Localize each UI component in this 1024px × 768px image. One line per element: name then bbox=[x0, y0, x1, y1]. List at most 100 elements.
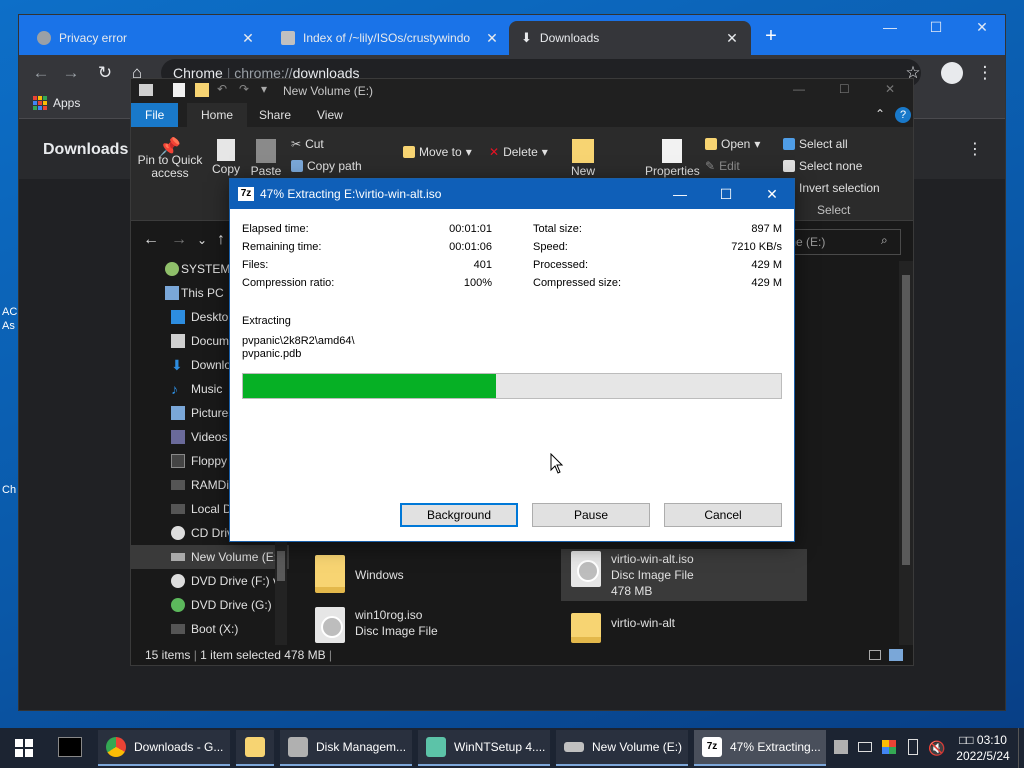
forward-button[interactable]: → bbox=[59, 61, 83, 85]
close-button[interactable]: ✕ bbox=[752, 183, 792, 205]
taskbar-item-explorer[interactable] bbox=[236, 730, 274, 766]
folder-icon bbox=[403, 146, 415, 158]
list-item[interactable]: virtio-win-alt.iso Disc Image File 478 M… bbox=[561, 549, 807, 601]
start-button[interactable] bbox=[0, 728, 48, 768]
tab-privacy-error[interactable]: Privacy error ✕ bbox=[25, 21, 267, 55]
redo-icon[interactable]: ↷ bbox=[239, 82, 249, 96]
usb-icon[interactable] bbox=[908, 739, 918, 755]
stat-label: Speed: bbox=[533, 241, 568, 253]
invert-selection-button[interactable]: Invert selection bbox=[783, 181, 880, 195]
minimize-button[interactable]: — bbox=[867, 15, 913, 39]
copy-button[interactable]: Copy bbox=[209, 139, 243, 176]
list-item[interactable]: Windows bbox=[315, 555, 404, 593]
maximize-button[interactable]: ☐ bbox=[839, 82, 850, 96]
background-button[interactable]: Background bbox=[400, 503, 518, 527]
minimize-button[interactable]: — bbox=[793, 82, 805, 96]
close-button[interactable]: ✕ bbox=[959, 15, 1005, 39]
maximize-button[interactable]: ☐ bbox=[706, 183, 746, 205]
list-item[interactable]: virtio-win-alt bbox=[571, 613, 675, 643]
back-button[interactable]: ← bbox=[143, 231, 159, 249]
stat-label: Elapsed time: bbox=[242, 223, 309, 235]
stat-label: Compressed size: bbox=[533, 277, 622, 289]
tab-file[interactable]: File bbox=[131, 103, 179, 127]
new-folder-icon[interactable] bbox=[195, 83, 209, 97]
tab-index-of[interactable]: Index of /~lily/ISOs/crustywindo ✕ bbox=[269, 21, 511, 55]
tree-item-dvd-g[interactable]: DVD Drive (G:) bbox=[131, 593, 289, 617]
reload-button[interactable]: ↻ bbox=[93, 61, 117, 85]
edit-button[interactable]: ✎ Edit bbox=[705, 159, 740, 173]
profile-avatar[interactable] bbox=[941, 62, 963, 84]
display-icon[interactable] bbox=[882, 740, 896, 754]
apps-bookmark[interactable]: Apps bbox=[33, 96, 80, 110]
chevron-up-icon[interactable]: ⌃ bbox=[875, 107, 885, 121]
volume-muted-icon[interactable]: 🔇 bbox=[928, 738, 945, 768]
close-icon[interactable]: ✕ bbox=[485, 30, 499, 47]
minimize-button[interactable]: — bbox=[660, 183, 700, 205]
desktop-icon-label[interactable]: As bbox=[2, 320, 15, 332]
tab-home[interactable]: Home bbox=[187, 103, 248, 127]
tab-view[interactable]: View bbox=[303, 103, 357, 127]
undo-icon[interactable]: ↶ bbox=[217, 82, 227, 96]
chrome-icon bbox=[106, 737, 126, 757]
list-item[interactable]: win10rog.iso Disc Image File bbox=[315, 607, 438, 643]
desktop-icon-label[interactable]: AC bbox=[2, 306, 17, 318]
large-icons-view-icon[interactable] bbox=[889, 649, 903, 661]
open-button[interactable]: Open ▾ bbox=[705, 137, 760, 151]
menu-icon[interactable]: ⋮ bbox=[973, 61, 997, 85]
tree-item-boot[interactable]: Boot (X:) bbox=[131, 617, 289, 641]
details-view-icon[interactable] bbox=[869, 650, 881, 660]
forward-button[interactable]: → bbox=[171, 231, 187, 249]
back-button[interactable]: ← bbox=[29, 61, 53, 85]
up-button[interactable]: ↑ bbox=[217, 231, 225, 249]
stat-value: 401 bbox=[473, 259, 492, 271]
cancel-button[interactable]: Cancel bbox=[664, 503, 782, 527]
taskbar-item-label: 47% Extracting... bbox=[730, 740, 821, 754]
taskbar-item-new-volume[interactable]: New Volume (E:) bbox=[556, 730, 688, 766]
close-icon[interactable]: ✕ bbox=[725, 30, 739, 47]
tab-downloads[interactable]: ⬇ Downloads ✕ bbox=[509, 21, 751, 55]
close-icon[interactable]: ✕ bbox=[241, 30, 255, 47]
file-list-scrollbar[interactable] bbox=[899, 261, 913, 645]
search-icon[interactable]: ⌕ bbox=[881, 233, 888, 248]
tree-item-dvd-f[interactable]: DVD Drive (F:) v bbox=[131, 569, 289, 593]
copy-path-button[interactable]: Copy path bbox=[291, 159, 362, 173]
cut-button[interactable]: ✂ Cut bbox=[291, 137, 324, 151]
chevron-down-icon: ▾ bbox=[754, 137, 761, 151]
pause-button[interactable]: Pause bbox=[532, 503, 650, 527]
show-desktop-button[interactable] bbox=[1018, 728, 1024, 768]
network-tray-icon[interactable] bbox=[834, 740, 848, 754]
move-to-button[interactable]: Move to ▾ bbox=[403, 145, 472, 159]
new-folder-button[interactable]: New bbox=[567, 139, 599, 178]
terminal-icon[interactable] bbox=[58, 737, 82, 757]
keyboard-icon[interactable] bbox=[858, 742, 872, 752]
help-icon[interactable]: ? bbox=[895, 107, 911, 123]
stat-value: 00:01:06 bbox=[449, 241, 492, 253]
tab-share[interactable]: Share bbox=[245, 103, 305, 127]
apps-label: Apps bbox=[53, 96, 81, 110]
copy-path-label: Copy path bbox=[307, 159, 362, 173]
desktop-icon-label[interactable]: Ch bbox=[2, 484, 16, 496]
select-all-button[interactable]: Select all bbox=[783, 137, 848, 151]
apps-icon bbox=[33, 96, 47, 110]
properties-icon[interactable] bbox=[173, 83, 185, 97]
paste-button[interactable]: Paste bbox=[249, 139, 283, 178]
pin-button[interactable]: 📌 Pin to Quick access bbox=[137, 138, 203, 180]
select-none-button[interactable]: Select none bbox=[783, 159, 862, 173]
maximize-button[interactable]: ☐ bbox=[913, 15, 959, 39]
taskbar-item-disk-management[interactable]: Disk Managem... bbox=[280, 730, 412, 766]
folder-icon bbox=[281, 31, 295, 45]
chevron-down-icon[interactable]: ⌄ bbox=[197, 233, 207, 247]
more-icon[interactable]: ⋮ bbox=[967, 139, 983, 159]
close-button[interactable]: ✕ bbox=[885, 82, 895, 96]
edit-label: Edit bbox=[719, 159, 740, 173]
tree-item-new-volume[interactable]: New Volume (E:) bbox=[131, 545, 289, 569]
taskbar-item-7zip[interactable]: 7z 47% Extracting... bbox=[694, 730, 826, 766]
properties-button[interactable]: Properties bbox=[645, 139, 700, 178]
chevron-down-icon[interactable]: ▾ bbox=[261, 82, 267, 96]
new-tab-button[interactable]: + bbox=[759, 25, 783, 49]
clock[interactable]: □□ 03:10 2022/5/24 bbox=[950, 732, 1016, 764]
folder-icon bbox=[245, 737, 265, 757]
delete-button[interactable]: ✕ Delete ▾ bbox=[489, 145, 548, 159]
taskbar-item-chrome[interactable]: Downloads - G... bbox=[98, 730, 230, 766]
taskbar-item-winntsetup[interactable]: WinNTSetup 4.... bbox=[418, 730, 550, 766]
